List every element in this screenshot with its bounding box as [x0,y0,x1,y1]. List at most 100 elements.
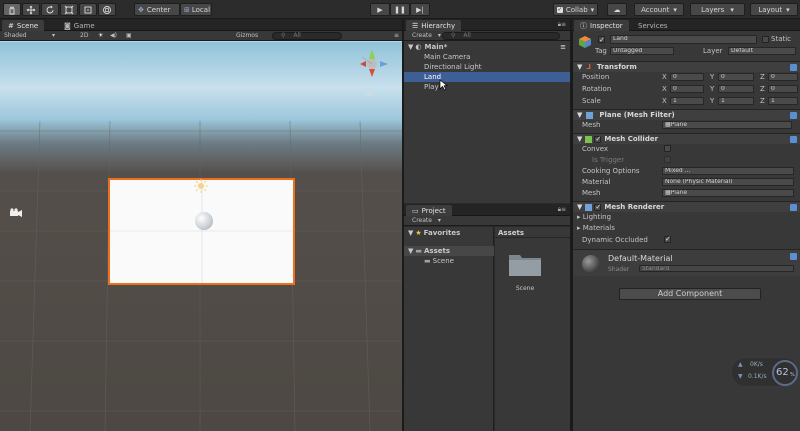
favorites-row[interactable]: ▼ ★ Favorites [404,228,494,238]
inspector-panel: ✓ Land Static Tag Untagged Layer Default… [572,31,800,431]
layer-dropdown[interactable]: Default [728,47,796,55]
tab-inspector[interactable]: ⓘ Inspector [574,20,629,31]
scene-menu-icon[interactable]: ≡ [560,43,566,51]
expand-arrow-icon[interactable]: ▼ [408,43,413,51]
gizmos-dropdown[interactable]: Gizmos [232,32,262,39]
scene-search-input[interactable]: ⚲ All [272,32,342,40]
project-breadcrumb[interactable]: Assets [498,229,524,237]
assets-row[interactable]: ▼ ▬ Assets [404,246,494,256]
rect-tool-button[interactable] [79,3,97,16]
local-space-toggle[interactable]: ⊞ Local [180,3,212,16]
scene-root-row[interactable]: ▼ ◐ Main* ≡ [404,42,570,52]
scene-folder-row[interactable]: ▬ Scene [404,256,494,266]
tab-project[interactable]: ▭ Project [406,205,452,216]
expand-arrow-icon[interactable]: ▼ [577,111,582,119]
convex-checkbox[interactable] [664,145,671,152]
cooking-options-dropdown[interactable]: Mixed ... [662,167,794,175]
static-checkbox[interactable] [762,36,769,43]
dynamic-occluded-checkbox[interactable]: ✓ [664,236,671,243]
position-y-field[interactable]: 0 [718,73,754,81]
object-name-field[interactable]: Land [610,35,757,44]
add-component-button[interactable]: Add Component [619,288,761,300]
mesh-filter-field[interactable]: ▦Plane [662,121,792,129]
component-settings-icon[interactable] [790,136,797,143]
hierarchy-item-main-camera[interactable]: Main Camera [404,52,570,62]
game-icon: ◙ [64,21,71,30]
transform-header[interactable]: ▼ ⅃ Transform [573,61,800,72]
folder-icon: ▬ [424,257,431,265]
step-button[interactable]: ▶| [410,3,430,16]
lock-icon[interactable]: 🔒︎≡ [558,206,566,214]
expand-arrow-icon[interactable]: ▼ [577,63,582,71]
audio-toggle-icon[interactable]: ◀) [106,32,121,39]
scale-x-field[interactable]: 1 [670,97,704,105]
light-gizmo-icon[interactable] [194,179,208,193]
tab-hierarchy[interactable]: ☰ Hierarchy [406,20,462,31]
position-x-field[interactable]: 0 [670,73,704,81]
network-stats-widget: ▲ 0K/s ▼ 0.1K/s 62 % [731,357,799,387]
scale-z-field[interactable]: 1 [768,97,798,105]
mesh-renderer-enabled-checkbox[interactable]: ✓ [594,203,602,211]
collab-dropdown[interactable]: ✓ Collab ▾ [553,3,598,16]
expand-arrow-icon[interactable]: ▼ [408,247,413,255]
component-settings-icon[interactable] [790,204,797,211]
convex-label: Convex [582,145,609,153]
scene-orientation-gizmo[interactable]: Iso [354,47,394,99]
rect-tool-icon [84,6,92,13]
play-icon: ▶ [377,5,383,14]
rotate-tool-button[interactable] [41,3,59,16]
mesh-collider-enabled-checkbox[interactable]: ✓ [594,135,602,143]
hierarchy-item-land[interactable]: Land [404,72,570,82]
account-dropdown[interactable]: Account ▾ [634,3,684,16]
scale-y-field[interactable]: 1 [718,97,754,105]
player-sphere[interactable] [195,212,213,230]
expand-arrow-icon[interactable]: ▼ [408,229,413,237]
shading-mode-dropdown[interactable]: Shaded [0,32,31,39]
tab-game[interactable]: ◙ Game [58,20,101,31]
hierarchy-search-input[interactable]: ⚲ All [442,32,560,40]
active-checkbox[interactable]: ✓ [598,36,605,44]
expand-arrow-icon[interactable]: ▼ [577,203,582,211]
physic-material-field[interactable]: None (Physic Material) [662,178,794,186]
material-settings-icon[interactable] [790,253,797,260]
2d-toggle[interactable]: 2D [76,32,92,39]
cloud-button[interactable]: ☁ [607,3,627,16]
projection-label[interactable]: Iso [366,91,375,98]
play-button[interactable]: ▶ [370,3,390,16]
scene-viewport[interactable]: Iso [0,41,402,431]
effects-toggle-icon[interactable]: ▣ [122,32,136,39]
hierarchy-item-player[interactable]: Play [404,82,570,92]
pause-button[interactable]: ❚❚ [390,3,410,16]
materials-foldout[interactable]: ▸ Materials [577,224,615,232]
move-tool-button[interactable] [22,3,40,16]
shader-dropdown[interactable]: Standard [639,265,794,272]
land-plane-selected[interactable] [108,178,295,285]
hierarchy-item-directional-light[interactable]: Directional Light [404,62,570,72]
lock-icon[interactable]: 🔒︎≡ [558,21,566,29]
rotation-y-field[interactable]: 0 [718,85,754,93]
collider-mesh-field[interactable]: ▦Plane [662,189,794,197]
tag-dropdown[interactable]: Untagged [610,47,674,55]
lighting-foldout[interactable]: ▸ Lighting [577,213,611,221]
scale-tool-button[interactable] [60,3,78,16]
project-create-dropdown[interactable]: Create ▾ [404,217,445,224]
transform-tool-button[interactable] [98,3,116,16]
camera-gizmo-icon[interactable] [9,208,23,218]
component-settings-icon[interactable] [790,112,797,119]
scene-folder-icon[interactable] [508,251,542,277]
mesh-filter-header[interactable]: ▼ Plane (Mesh Filter) [573,109,800,120]
rotation-z-field[interactable]: 0 [768,85,798,93]
mesh-renderer-header[interactable]: ▼ ✓ Mesh Renderer [573,201,800,212]
mesh-collider-header[interactable]: ▼ ✓ Mesh Collider [573,133,800,144]
component-settings-icon[interactable] [790,64,797,71]
layers-dropdown[interactable]: Layers ▾ [690,3,745,16]
hierarchy-create-dropdown[interactable]: Create ▾ [404,32,445,39]
layout-dropdown[interactable]: Layout ▾ [750,3,798,16]
position-z-field[interactable]: 0 [768,73,798,81]
tab-scene[interactable]: # Scene [2,20,45,31]
tab-services[interactable]: Services [632,20,674,31]
pivot-center-toggle[interactable]: ✥ Center [134,3,180,16]
hand-tool-button[interactable] [3,3,21,16]
rotation-x-field[interactable]: 0 [670,85,704,93]
expand-arrow-icon[interactable]: ▼ [577,135,582,143]
